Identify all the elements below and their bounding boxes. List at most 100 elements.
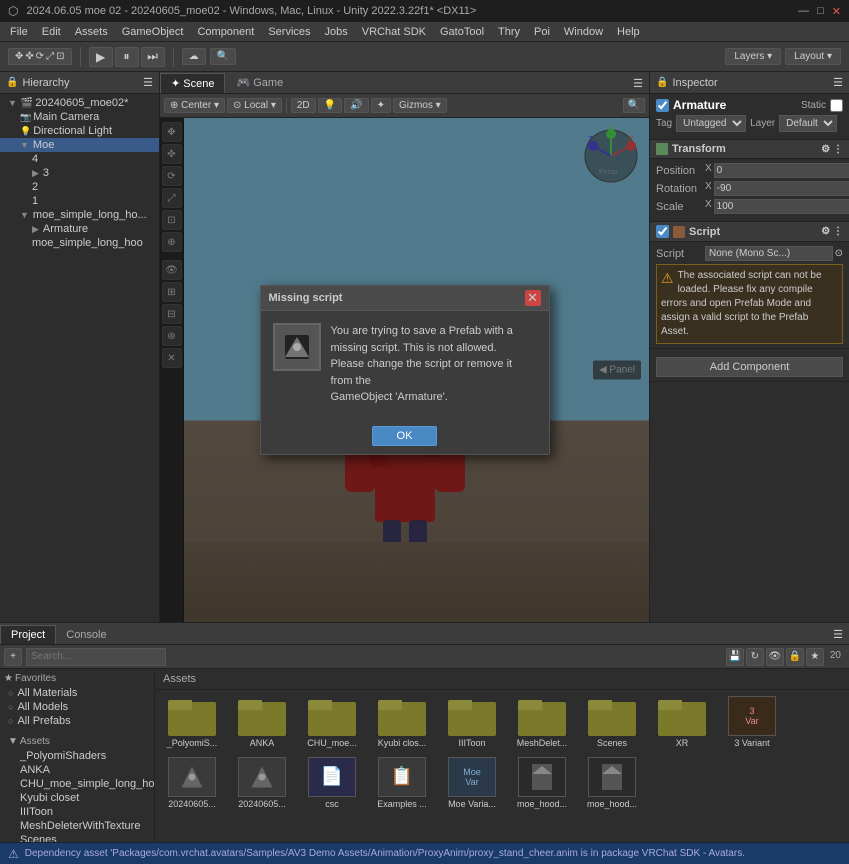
inspector-lock-icon[interactable]: 🔒 xyxy=(656,77,668,88)
tree-item-3[interactable]: ▶ 3 xyxy=(0,166,159,180)
menu-component[interactable]: Component xyxy=(191,24,260,40)
search-scene-input[interactable]: 🔍 xyxy=(623,98,645,113)
scale-x[interactable] xyxy=(714,199,849,214)
menu-window[interactable]: Window xyxy=(558,24,609,40)
layers-dropdown[interactable]: Layers ▾ xyxy=(725,48,781,65)
asset-search-input[interactable] xyxy=(26,648,166,666)
2d-btn[interactable]: 2D xyxy=(291,98,316,113)
asset-kyubi-folder[interactable]: Kyubi clos... xyxy=(369,694,435,751)
asset-3variant[interactable]: 3Var 3 Variant xyxy=(719,694,785,751)
menu-gatotool[interactable]: GatoTool xyxy=(434,24,490,40)
tab-scene[interactable]: ✦ Scene xyxy=(160,73,225,93)
tree-item-moe-simple[interactable]: ▼ moe_simple_long_ho... xyxy=(0,208,159,222)
menu-services[interactable]: Services xyxy=(262,24,316,40)
bottom-menu-icon[interactable]: ☰ xyxy=(827,625,849,644)
dialog-close-button[interactable]: ✕ xyxy=(525,290,541,306)
tab-project[interactable]: Project xyxy=(0,625,56,644)
collab-btn[interactable]: ☁ xyxy=(182,48,206,65)
asset-tree-kyubi[interactable]: Kyubi closet xyxy=(4,791,150,805)
tree-item-2[interactable]: 2 xyxy=(0,180,159,194)
scene-viewport[interactable]: ◀ Panel ✥ ✜ ⟳ ⤢ ⊡ ⊕ 👁 ⊞ ⊟ ⊛ ✕ xyxy=(160,118,649,622)
tag-select[interactable]: Untagged xyxy=(676,115,746,132)
tree-item-moe[interactable]: ▼ Moe xyxy=(0,138,159,152)
position-x[interactable] xyxy=(714,163,849,178)
lock-asset-btn[interactable]: 🔒 xyxy=(786,648,804,666)
eye-btn[interactable]: 👁 xyxy=(766,648,784,666)
asset-tree-polyomi[interactable]: _PolyomiShaders xyxy=(4,749,150,763)
menu-gameobject[interactable]: GameObject xyxy=(116,24,190,40)
tree-item-1[interactable]: 1 xyxy=(0,194,159,208)
asset-examples[interactable]: 📋 Examples ... xyxy=(369,755,435,812)
tab-console[interactable]: Console xyxy=(56,626,116,644)
object-active-checkbox[interactable] xyxy=(656,99,669,112)
save-btn[interactable]: 💾 xyxy=(726,648,744,666)
dialog-ok-button[interactable]: OK xyxy=(372,426,438,446)
tree-item-moe-simple-hoo[interactable]: moe_simple_long_hoo xyxy=(0,236,159,250)
asset-mesh-folder[interactable]: MeshDelet... xyxy=(509,694,575,751)
asset-tree-chu[interactable]: CHU_moe_simple_long_ho xyxy=(4,777,150,791)
close-button[interactable]: ✕ xyxy=(832,5,841,18)
fav-all-materials[interactable]: ○ All Materials xyxy=(4,686,150,700)
local-btn[interactable]: ⊙ Local ▾ xyxy=(227,98,282,113)
layer-select[interactable]: Default xyxy=(779,115,837,132)
toolbar-transform-btn[interactable]: ✥✜⟳⤢⊡ xyxy=(8,48,72,65)
maximize-button[interactable]: □ xyxy=(817,5,824,18)
asset-polyomi-folder[interactable]: _PolyomiS... xyxy=(159,694,225,751)
asset-20240605-1[interactable]: 20240605... xyxy=(159,755,225,812)
menu-assets[interactable]: Assets xyxy=(69,24,114,40)
title-bar-controls[interactable]: — □ ✕ xyxy=(798,5,841,18)
menu-jobs[interactable]: Jobs xyxy=(319,24,354,40)
asset-moe-hood-2[interactable]: moe_hood... xyxy=(579,755,645,812)
asset-tree-anka[interactable]: ANKA xyxy=(4,763,150,777)
asset-tree-mesh[interactable]: MeshDeleterWithTexture xyxy=(4,819,150,833)
lighting-btn[interactable]: 💡 xyxy=(318,98,342,113)
menu-vrchat-sdk[interactable]: VRChat SDK xyxy=(356,24,432,40)
menu-edit[interactable]: Edit xyxy=(36,24,67,40)
transform-menu-icon[interactable]: ⚙ ⋮ xyxy=(821,144,843,155)
minimize-button[interactable]: — xyxy=(798,5,809,18)
add-component-button[interactable]: Add Component xyxy=(656,357,843,377)
script-select-icon[interactable]: ⊙ xyxy=(835,248,843,259)
tree-item-4[interactable]: 4 xyxy=(0,152,159,166)
menu-poi[interactable]: Poi xyxy=(528,24,556,40)
audio-btn[interactable]: 🔊 xyxy=(344,98,368,113)
center-btn[interactable]: ⊕ Center ▾ xyxy=(164,98,225,113)
tree-item-scene[interactable]: ▼ 🎬 20240605_moe02* xyxy=(0,96,159,110)
asset-csc[interactable]: 📄 csc xyxy=(299,755,365,812)
asset-chu-folder[interactable]: CHU_moe... xyxy=(299,694,365,751)
layout-dropdown[interactable]: Layout ▾ xyxy=(785,48,841,65)
asset-20240605-2[interactable]: 20240605... xyxy=(229,755,295,812)
scene-menu-icon[interactable]: ☰ xyxy=(627,74,649,93)
asset-scenes-folder[interactable]: Scenes xyxy=(579,694,645,751)
fav-all-prefabs[interactable]: ○ All Prefabs xyxy=(4,714,150,728)
step-button[interactable]: ⏭ xyxy=(141,47,165,67)
pause-button[interactable]: ⏸ xyxy=(115,47,139,67)
add-asset-btn[interactable]: + xyxy=(4,648,22,666)
tree-item-camera[interactable]: 📷 Main Camera xyxy=(0,110,159,124)
menu-thry[interactable]: Thry xyxy=(492,24,526,40)
asset-iiitoon-folder[interactable]: IIIToon xyxy=(439,694,505,751)
fav-all-models[interactable]: ○ All Models xyxy=(4,700,150,714)
menu-help[interactable]: Help xyxy=(611,24,646,40)
asset-tree-iiitoon[interactable]: IIIToon xyxy=(4,805,150,819)
tab-game[interactable]: 🎮 Game xyxy=(225,72,294,93)
script-menu-icon[interactable]: ⚙ ⋮ xyxy=(821,226,843,237)
tree-item-armature[interactable]: ▶ Armature xyxy=(0,222,159,236)
star-btn[interactable]: ★ xyxy=(806,648,824,666)
rotation-x[interactable] xyxy=(714,181,849,196)
inspector-menu-icon[interactable]: ☰ xyxy=(833,76,843,89)
asset-moe-hood-1[interactable]: moe_hood... xyxy=(509,755,575,812)
gizmos-btn[interactable]: Gizmos ▾ xyxy=(393,98,447,113)
search-btn[interactable]: 🔍 xyxy=(210,48,236,65)
script-active-checkbox[interactable] xyxy=(656,225,669,238)
play-button[interactable]: ▶ xyxy=(89,47,113,67)
hierarchy-lock-icon[interactable]: 🔒 xyxy=(6,77,18,88)
asset-anka-folder[interactable]: ANKA xyxy=(229,694,295,751)
effects-btn[interactable]: ✦ xyxy=(371,98,391,113)
asset-xr-folder[interactable]: XR xyxy=(649,694,715,751)
asset-tree-scenes[interactable]: Scenes xyxy=(4,833,150,842)
asset-moe-variant[interactable]: MoeVar Moe Varia... xyxy=(439,755,505,812)
hierarchy-menu-icon[interactable]: ☰ xyxy=(143,76,153,89)
tree-item-light[interactable]: 💡 Directional Light xyxy=(0,124,159,138)
menu-file[interactable]: File xyxy=(4,24,34,40)
